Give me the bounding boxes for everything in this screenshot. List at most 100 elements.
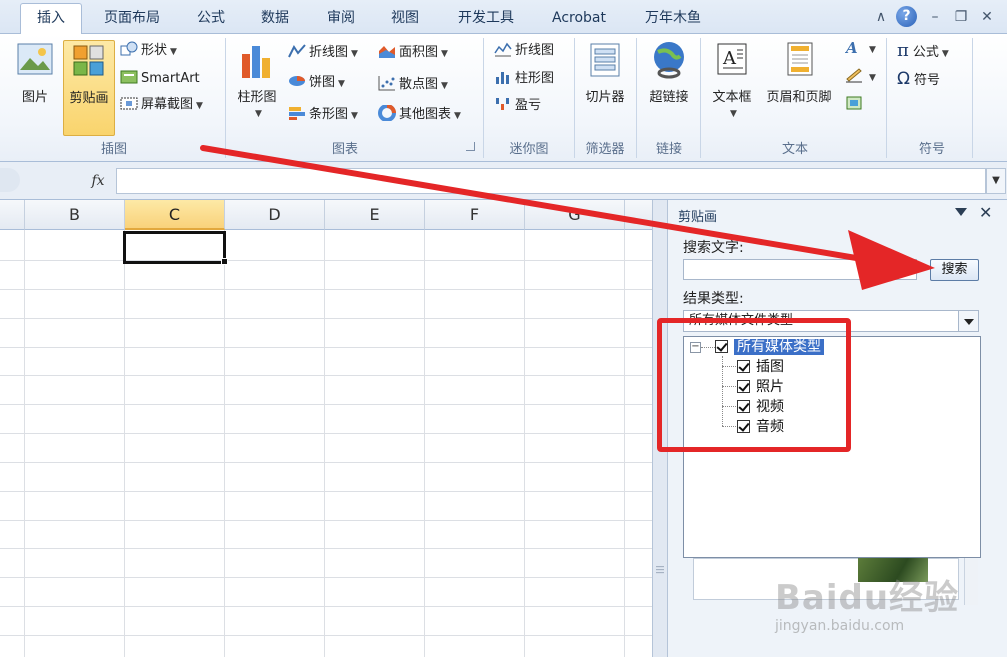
group-label-text: 文本: [781, 142, 808, 157]
formula-input[interactable]: [116, 168, 986, 194]
object-button[interactable]: [845, 94, 866, 116]
group-separator: [886, 38, 887, 158]
fill-handle[interactable]: [221, 258, 228, 265]
chevron-down-icon[interactable]: [958, 311, 978, 331]
column-header-g[interactable]: G: [525, 200, 625, 230]
svg-text:A: A: [845, 39, 858, 55]
area-chart-button[interactable]: 面积图 ▼: [378, 42, 448, 64]
symbol-label: 符号: [914, 73, 941, 88]
minimize-icon[interactable]: –: [924, 6, 946, 28]
column-chart-icon: [238, 40, 276, 80]
gridline: [0, 433, 652, 434]
scatter-chart-button[interactable]: 散点图 ▼: [378, 74, 448, 96]
line-chart-button[interactable]: 折线图 ▼: [288, 42, 358, 64]
equation-button[interactable]: π 公式 ▼: [897, 40, 949, 62]
column-header-d[interactable]: D: [225, 200, 325, 230]
hyperlink-label: 超链接: [649, 90, 689, 105]
tab-view[interactable]: 视图: [380, 6, 430, 34]
header-footer-label: 页眉和页脚: [766, 90, 832, 105]
charts-dialog-launcher[interactable]: [466, 142, 475, 151]
picture-button[interactable]: 图片: [10, 40, 60, 130]
column-header-b[interactable]: B: [25, 200, 125, 230]
gridline: [0, 404, 652, 405]
tab-wannianmuyu[interactable]: 万年木鱼: [634, 6, 712, 34]
line-chart-icon: [288, 43, 306, 59]
worksheet-grid[interactable]: B C D E F G: [0, 200, 652, 657]
picture-label: 图片: [21, 90, 48, 105]
chevron-down-icon: ▼: [869, 73, 876, 83]
expand-formula-bar-icon[interactable]: ▼: [986, 168, 1006, 194]
chevron-down-icon: ▼: [351, 111, 358, 121]
column-chart-label: 柱形图: [237, 90, 277, 105]
sparkline-winloss-button[interactable]: 盈亏: [494, 95, 541, 117]
sparkline-winloss-label: 盈亏: [515, 98, 542, 113]
smartart-label: SmartArt: [141, 71, 200, 86]
pane-menu-icon[interactable]: [955, 208, 967, 216]
clipart-button[interactable]: 剪贴画: [63, 40, 115, 136]
gridline: [0, 347, 652, 348]
header-footer-icon: [780, 40, 818, 80]
tab-developer[interactable]: 开发工具: [446, 6, 526, 34]
chevron-down-icon: ▼: [170, 47, 177, 57]
formula-bar: fx ▼: [0, 162, 1007, 200]
symbol-button[interactable]: Ω 符号: [897, 68, 940, 90]
active-cell[interactable]: [123, 231, 226, 264]
chevron-down-icon: ▼: [730, 109, 737, 119]
tab-formulas[interactable]: 公式: [186, 6, 236, 34]
header-footer-button[interactable]: 页眉和页脚: [760, 40, 838, 130]
tab-review[interactable]: 审阅: [316, 6, 366, 34]
collapse-ribbon-icon[interactable]: ∧: [870, 6, 892, 28]
help-icon[interactable]: ?: [896, 6, 917, 27]
close-icon[interactable]: ✕: [976, 6, 998, 28]
chevron-down-icon: ▼: [441, 49, 448, 59]
textbox-button[interactable]: A 文本框 ▼: [706, 40, 758, 136]
bar-chart-button[interactable]: 条形图 ▼: [288, 104, 358, 126]
hyperlink-button[interactable]: 超链接: [641, 40, 697, 130]
sparkline-line-button[interactable]: 折线图: [494, 40, 554, 62]
bar-chart-label: 条形图: [309, 107, 349, 122]
search-label: 搜索文字:: [683, 240, 744, 256]
omega-icon: Ω: [897, 69, 910, 89]
group-separator: [483, 38, 484, 158]
other-charts-button[interactable]: 其他图表 ▼: [378, 104, 461, 126]
tab-page-layout[interactable]: 页面布局: [96, 6, 168, 34]
sparkline-column-button[interactable]: 柱形图: [494, 68, 554, 90]
signature-line-button[interactable]: ▼: [845, 66, 876, 88]
tab-data[interactable]: 数据: [250, 6, 300, 34]
column-header-h[interactable]: [625, 200, 652, 230]
chevron-down-icon: ▼: [441, 81, 448, 91]
sparkline-winloss-icon: [494, 96, 512, 112]
equation-label: 公式: [912, 45, 939, 60]
smartart-button[interactable]: SmartArt: [120, 68, 200, 90]
column-header-c[interactable]: C: [125, 200, 225, 230]
pane-title: 剪贴画: [678, 210, 718, 225]
pie-chart-button[interactable]: 饼图 ▼: [288, 72, 345, 94]
wordart-button[interactable]: A ▼: [844, 38, 876, 60]
slicer-icon: [586, 40, 624, 80]
gridline: [0, 462, 652, 463]
column-header-f[interactable]: F: [425, 200, 525, 230]
column-header-e[interactable]: E: [325, 200, 425, 230]
ribbon-tabs: 插入 页面布局 公式 数据 审阅 视图 开发工具 Acrobat 万年木鱼 ∧ …: [0, 0, 1007, 35]
tab-acrobat[interactable]: Acrobat: [544, 6, 614, 34]
wordart-icon: A: [844, 39, 863, 57]
screenshot-icon: [120, 95, 138, 111]
slicer-button[interactable]: 切片器: [579, 40, 631, 130]
column-chart-button[interactable]: 柱形图 ▼: [232, 40, 282, 136]
annotation-highlight-box: [657, 318, 851, 452]
sparkline-line-icon: [494, 41, 512, 57]
screenshot-button[interactable]: 屏幕截图 ▼: [120, 94, 203, 116]
search-button[interactable]: 搜索: [930, 259, 979, 281]
pie-chart-label: 饼图: [309, 75, 336, 90]
restore-icon[interactable]: ❐: [950, 6, 972, 28]
column-header-a[interactable]: [0, 200, 25, 230]
insert-function-icon[interactable]: fx: [80, 169, 116, 193]
search-input[interactable]: [683, 259, 917, 280]
chevron-down-icon: ▼: [196, 101, 203, 111]
tab-insert[interactable]: 插入: [20, 3, 82, 35]
clipart-label: 剪贴画: [69, 91, 109, 106]
shapes-button[interactable]: 形状 ▼: [120, 40, 177, 62]
pane-close-icon[interactable]: ✕: [979, 203, 992, 222]
sparkline-line-label: 折线图: [515, 43, 555, 58]
name-box[interactable]: [0, 168, 20, 192]
